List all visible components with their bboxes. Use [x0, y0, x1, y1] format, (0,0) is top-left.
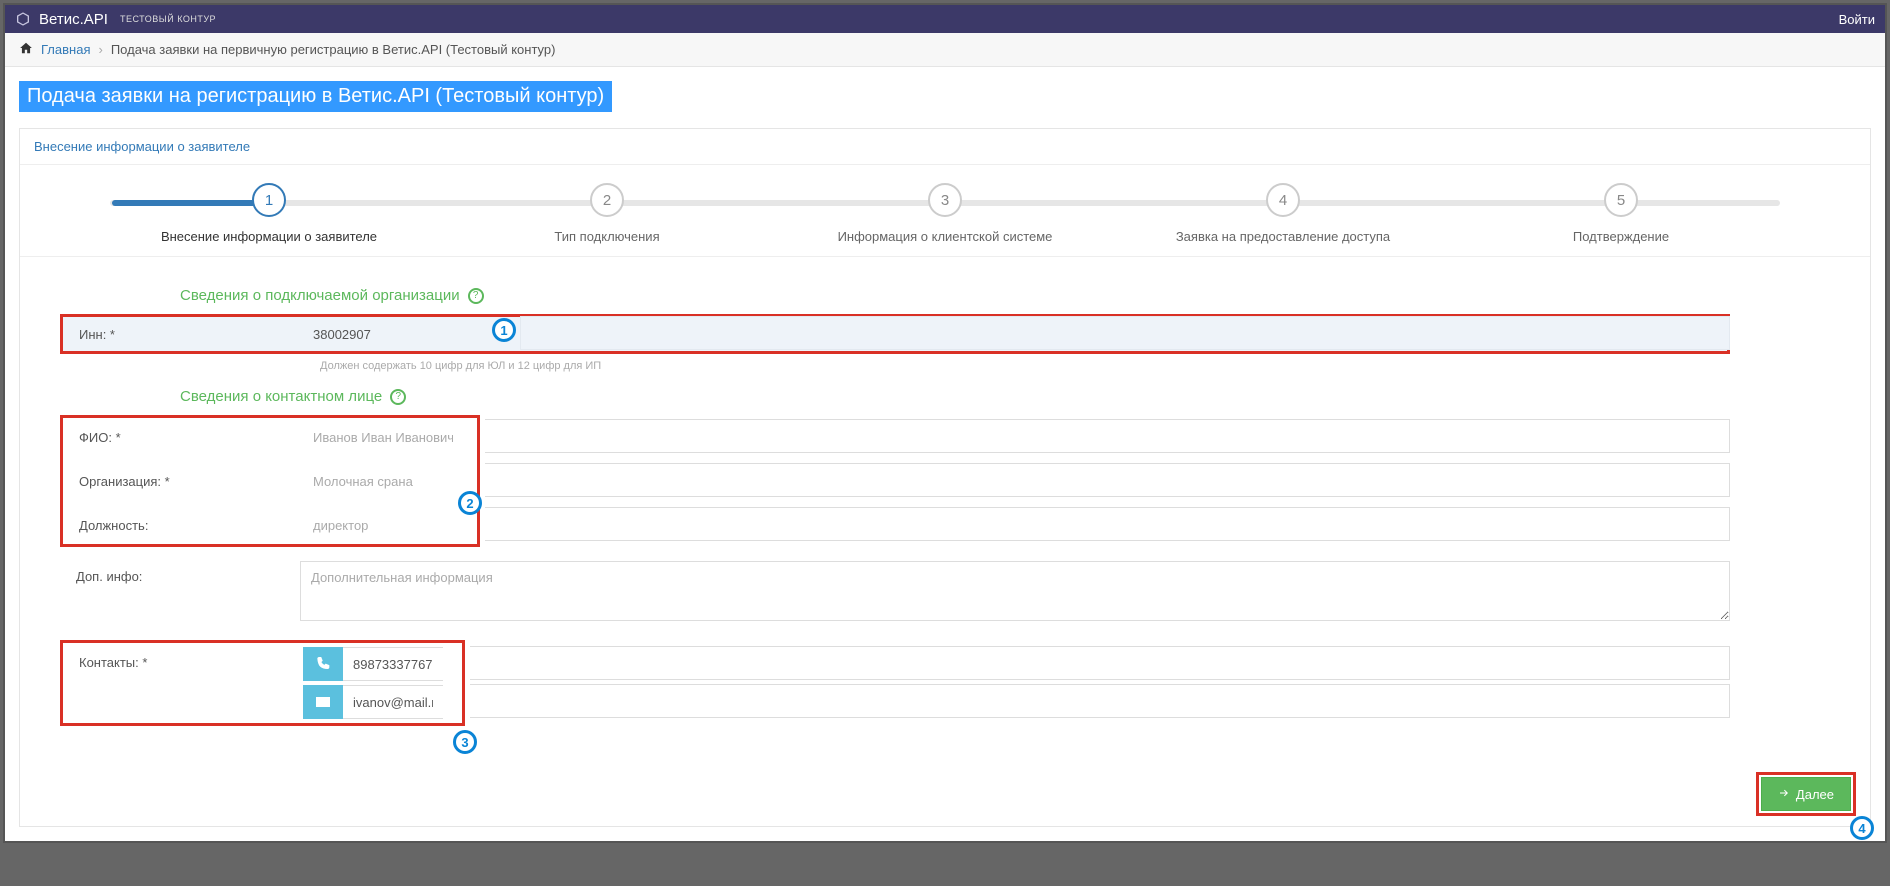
email-group — [303, 685, 462, 719]
step-3-label: Информация о клиентской системе — [776, 229, 1114, 244]
help-icon[interactable]: ? — [390, 389, 406, 405]
phone-group — [303, 647, 462, 681]
callout-1: 1 — [492, 318, 516, 342]
step-2-circle: 2 — [590, 183, 624, 217]
extra-label: Доп. инфо: — [60, 561, 300, 584]
contacts-label: Контакты: * — [63, 647, 303, 670]
footer-bar: Далее 4 — [20, 762, 1870, 826]
chevron-right-icon: › — [98, 42, 102, 57]
callout-3: 3 — [453, 730, 477, 754]
cube-icon — [15, 11, 31, 27]
envelope-icon — [303, 685, 343, 719]
help-icon[interactable]: ? — [468, 288, 484, 304]
step-4-label: Заявка на предоставление доступа — [1114, 229, 1452, 244]
breadcrumb-home-link[interactable]: Главная — [41, 42, 90, 57]
home-icon — [19, 41, 33, 58]
person-fields-overlay — [485, 419, 1730, 541]
position-input[interactable] — [303, 508, 463, 542]
position-row: Должность: — [63, 508, 477, 542]
step-2[interactable]: 2 Тип подключения — [438, 183, 776, 244]
org-row: Организация: * — [63, 464, 477, 498]
topbar: Ветис.API ТЕСТОВЫЙ КОНТУР Войти — [5, 5, 1885, 33]
step-1-label: Внесение информации о заявителе — [100, 229, 438, 244]
page-title: Подача заявки на регистрацию в Ветис.API… — [19, 81, 612, 112]
contacts-overlay — [470, 646, 1730, 718]
step-4[interactable]: 4 Заявка на предоставление доступа — [1114, 183, 1452, 244]
next-label: Далее — [1796, 787, 1834, 802]
callout-4: 4 — [1850, 816, 1874, 840]
fio-label: ФИО: * — [63, 430, 303, 445]
step-3[interactable]: 3 Информация о клиентской системе — [776, 183, 1114, 244]
section-org-title: Сведения о подключаемой организации ? — [180, 287, 1730, 304]
step-3-circle: 3 — [928, 183, 962, 217]
env-tag: ТЕСТОВЫЙ КОНТУР — [120, 14, 216, 24]
content: Подача заявки на регистрацию в Ветис.API… — [5, 67, 1885, 841]
inn-input[interactable] — [303, 317, 463, 351]
panel-subtitle: Внесение информации о заявителе — [20, 129, 1870, 165]
step-5-circle: 5 — [1604, 183, 1638, 217]
login-link[interactable]: Войти — [1839, 12, 1875, 27]
wizard: 1 Внесение информации о заявителе 2 Тип … — [20, 165, 1870, 257]
step-4-circle: 4 — [1266, 183, 1300, 217]
fio-input[interactable] — [303, 420, 463, 454]
fio-row: ФИО: * — [63, 420, 477, 454]
email-input[interactable] — [343, 685, 443, 719]
breadcrumb: Главная › Подача заявки на первичную рег… — [5, 33, 1885, 67]
extra-textarea[interactable] — [300, 561, 1730, 621]
position-label: Должность: — [63, 518, 303, 533]
step-5-label: Подтверждение — [1452, 229, 1790, 244]
person-block-highlight: ФИО: * Организация: * Долж — [60, 415, 480, 547]
step-2-label: Тип подключения — [438, 229, 776, 244]
next-highlight: Далее — [1756, 772, 1856, 816]
inn-label: Инн: * — [63, 327, 303, 342]
form-body: Сведения о подключаемой организации ? Ин… — [20, 257, 1870, 762]
section-contact-title: Сведения о контактном лице ? — [180, 388, 1730, 405]
inn-extension — [520, 316, 1730, 350]
step-1-circle: 1 — [252, 183, 286, 217]
brand-text: Ветис.API — [39, 11, 108, 28]
org-input[interactable] — [303, 464, 463, 498]
step-5[interactable]: 5 Подтверждение — [1452, 183, 1790, 244]
next-button[interactable]: Далее — [1761, 777, 1851, 811]
phone-input[interactable] — [343, 647, 443, 681]
inn-hint: Должен содержать 10 цифр для ЮЛ и 12 циф… — [320, 360, 1730, 372]
org-label: Организация: * — [63, 474, 303, 489]
phone-icon — [303, 647, 343, 681]
step-1[interactable]: 1 Внесение информации о заявителе — [100, 183, 438, 244]
extra-row: Доп. инфо: — [60, 561, 1730, 626]
form-panel: Внесение информации о заявителе 1 Внесен… — [19, 128, 1871, 827]
contacts-highlight: Контакты: * — [60, 640, 465, 726]
breadcrumb-current: Подача заявки на первичную регистрацию в… — [111, 42, 556, 57]
callout-2: 2 — [458, 491, 482, 515]
arrow-right-icon — [1778, 787, 1790, 802]
app-window: Ветис.API ТЕСТОВЫЙ КОНТУР Войти Главная … — [3, 3, 1887, 843]
